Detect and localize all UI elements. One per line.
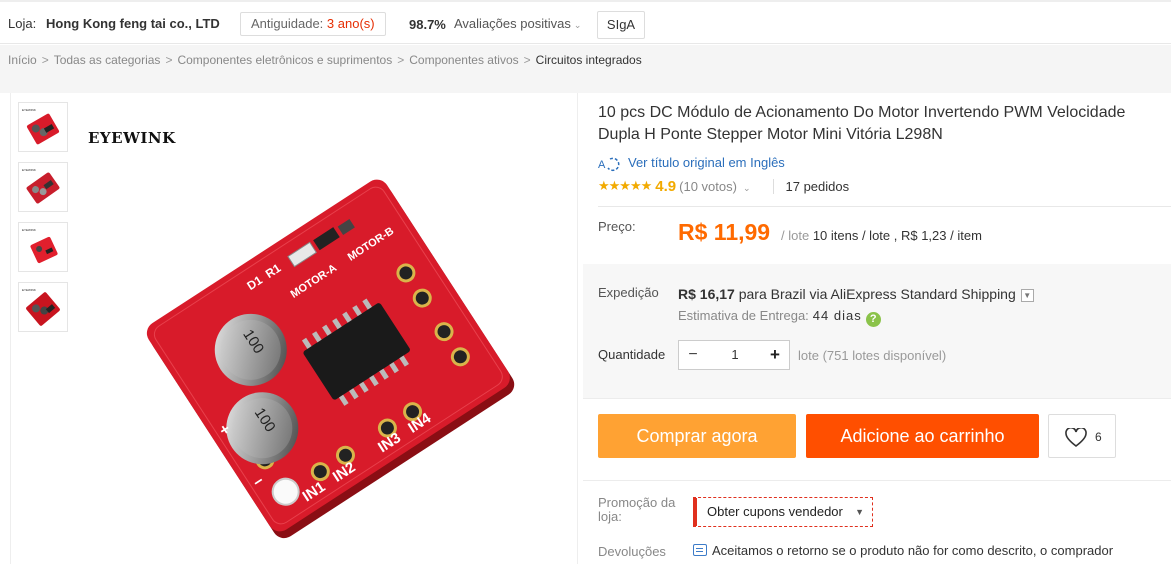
delivery-estimate: Estimativa de Entrega: 44 dias?	[678, 308, 881, 327]
coupon-label: Obter cupons vendedor	[707, 504, 843, 519]
column-divider	[577, 93, 578, 564]
buy-now-button[interactable]: Comprar agora	[598, 414, 796, 458]
thumbnail-4[interactable]: EYEWINK	[18, 282, 68, 332]
caret-down-icon: ▼	[855, 507, 864, 517]
price-unit-detail: 10 itens / lote , R$ 1,23 / item	[812, 228, 982, 243]
store-age-label: Antiguidade:	[251, 16, 324, 31]
rating-votes: (10 votos)	[679, 179, 737, 194]
store-age-badge: Antiguidade: 3 ano(s)	[240, 12, 386, 36]
shipping-box	[583, 264, 1171, 398]
wishlist-count: 6	[1095, 430, 1102, 444]
quantity-label: Quantidade	[598, 347, 666, 362]
returns-label: Devoluções	[598, 544, 666, 559]
breadcrumb-separator: >	[165, 53, 173, 67]
svg-text:A: A	[598, 159, 606, 171]
price-label: Preço:	[598, 219, 636, 234]
quantity-decrease-button[interactable]: −	[679, 341, 707, 369]
price-value: R$ 11,99	[678, 219, 771, 245]
eta-label: Estimativa de Entrega:	[678, 308, 809, 323]
main-product-image[interactable]: 100 100 IN1 IN2 IN3 IN4 MOTOR-A MOTOR-B …	[78, 93, 577, 564]
breadcrumb-current: Circuitos integrados	[535, 53, 642, 67]
motor-driver-board-image: 100 100 IN1 IN2 IN3 IN4 MOTOR-A MOTOR-B …	[146, 179, 515, 539]
divider	[583, 398, 1171, 399]
original-title-text: Ver título original em Inglês	[628, 155, 785, 170]
breadcrumb-separator: >	[41, 53, 49, 67]
price-unit: / lote 10 itens / lote , R$ 1,23 / item	[781, 228, 982, 243]
svg-text:EYEWINK: EYEWINK	[22, 228, 36, 232]
shipping-cost: R$ 16,17	[678, 286, 735, 302]
positive-feedback-label: Avaliações positivas	[454, 16, 571, 31]
positive-feedback-dropdown[interactable]: Avaliações positivas ⌄	[454, 16, 581, 31]
eta-days: 44 dias	[812, 308, 862, 323]
shipping-info: R$ 16,17 para Brazil via AliExpress Stan…	[678, 286, 1034, 302]
breadcrumb-separator: >	[397, 53, 405, 67]
breadcrumb-item-electronic-components[interactable]: Componentes eletrônicos e suprimentos	[177, 53, 392, 67]
breadcrumb-separator: >	[523, 53, 531, 67]
divider	[583, 480, 1171, 481]
rating-score: 4.9	[655, 178, 677, 195]
store-name-link[interactable]: Hong Kong feng tai co., LTD	[46, 16, 220, 31]
shipping-method: para Brazil via AliExpress Standard Ship…	[738, 286, 1016, 302]
breadcrumb-item-active-components[interactable]: Componentes ativos	[409, 53, 518, 67]
price-unit-prefix: / lote	[781, 228, 810, 243]
orders-count: 17 pedidos	[772, 179, 850, 194]
wishlist-button[interactable]: 6	[1048, 414, 1116, 458]
quantity-input[interactable]: 1	[707, 341, 763, 369]
divider	[598, 206, 1171, 207]
returns-policy: Aceitamos o retorno se o produto não for…	[693, 543, 1113, 558]
product-title: 10 pcs DC Módulo de Acionamento Do Motor…	[598, 104, 1126, 143]
star-icon: ★★★★★	[598, 178, 652, 193]
store-bar: Loja: Hong Kong feng tai co., LTD Antigu…	[0, 0, 1171, 44]
svg-text:EYEWINK: EYEWINK	[22, 168, 36, 172]
quantity-increase-button[interactable]: +	[761, 341, 789, 369]
breadcrumb-item-all-categories[interactable]: Todas as categorias	[54, 53, 161, 67]
chevron-down-icon: ⌄	[742, 183, 751, 193]
translate-icon: A	[598, 157, 620, 171]
thumbnail-3[interactable]: EYEWINK	[18, 222, 68, 272]
promo-label: Promoção da loja:	[598, 495, 676, 524]
brand-watermark: EYEWINK	[88, 129, 176, 147]
thumbnail-list: EYEWINK EYEWINK EYEWINK EYEWINK	[18, 102, 68, 342]
breadcrumb-item-home[interactable]: Início	[8, 53, 37, 67]
heart-icon	[1065, 428, 1087, 447]
svg-text:EYEWINK: EYEWINK	[22, 288, 36, 292]
add-to-cart-button[interactable]: Adicione ao carrinho	[806, 414, 1039, 458]
store-age-value: 3 ano(s)	[326, 16, 375, 31]
original-title-link[interactable]: A Ver título original em Inglês	[598, 155, 785, 172]
thumbnail-1[interactable]: EYEWINK	[18, 102, 68, 152]
svg-text:EYEWINK: EYEWINK	[22, 108, 36, 112]
chevron-down-icon: ⌄	[573, 20, 582, 30]
returns-text: Aceitamos o retorno se o produto não for…	[712, 543, 1114, 558]
breadcrumb: Início > Todas as categorias > Componentes e…	[0, 45, 1171, 75]
follow-store-button[interactable]: SIgA	[597, 11, 645, 39]
help-icon[interactable]: ?	[865, 312, 881, 327]
rating-votes-dropdown[interactable]: (10 votos) ⌄	[679, 179, 750, 194]
section-gap	[0, 75, 1171, 93]
stock-available: lote (751 lotes disponível)	[798, 348, 947, 363]
shipping-label: Expedição	[598, 285, 659, 300]
positive-feedback-percent: 98.7%	[409, 17, 446, 32]
rating-row: ★★★★★ 4.9 (10 votos) ⌄ 17 pedidos	[598, 178, 850, 198]
seller-coupons-dropdown[interactable]: Obter cupons vendedor ▼	[693, 497, 873, 527]
return-icon	[693, 544, 707, 556]
store-label: Loja:	[8, 16, 37, 31]
shipping-options-dropdown[interactable]: ▼	[1020, 289, 1034, 302]
thumbnail-2[interactable]: EYEWINK	[18, 162, 68, 212]
quantity-stepper: − 1 +	[678, 340, 790, 370]
